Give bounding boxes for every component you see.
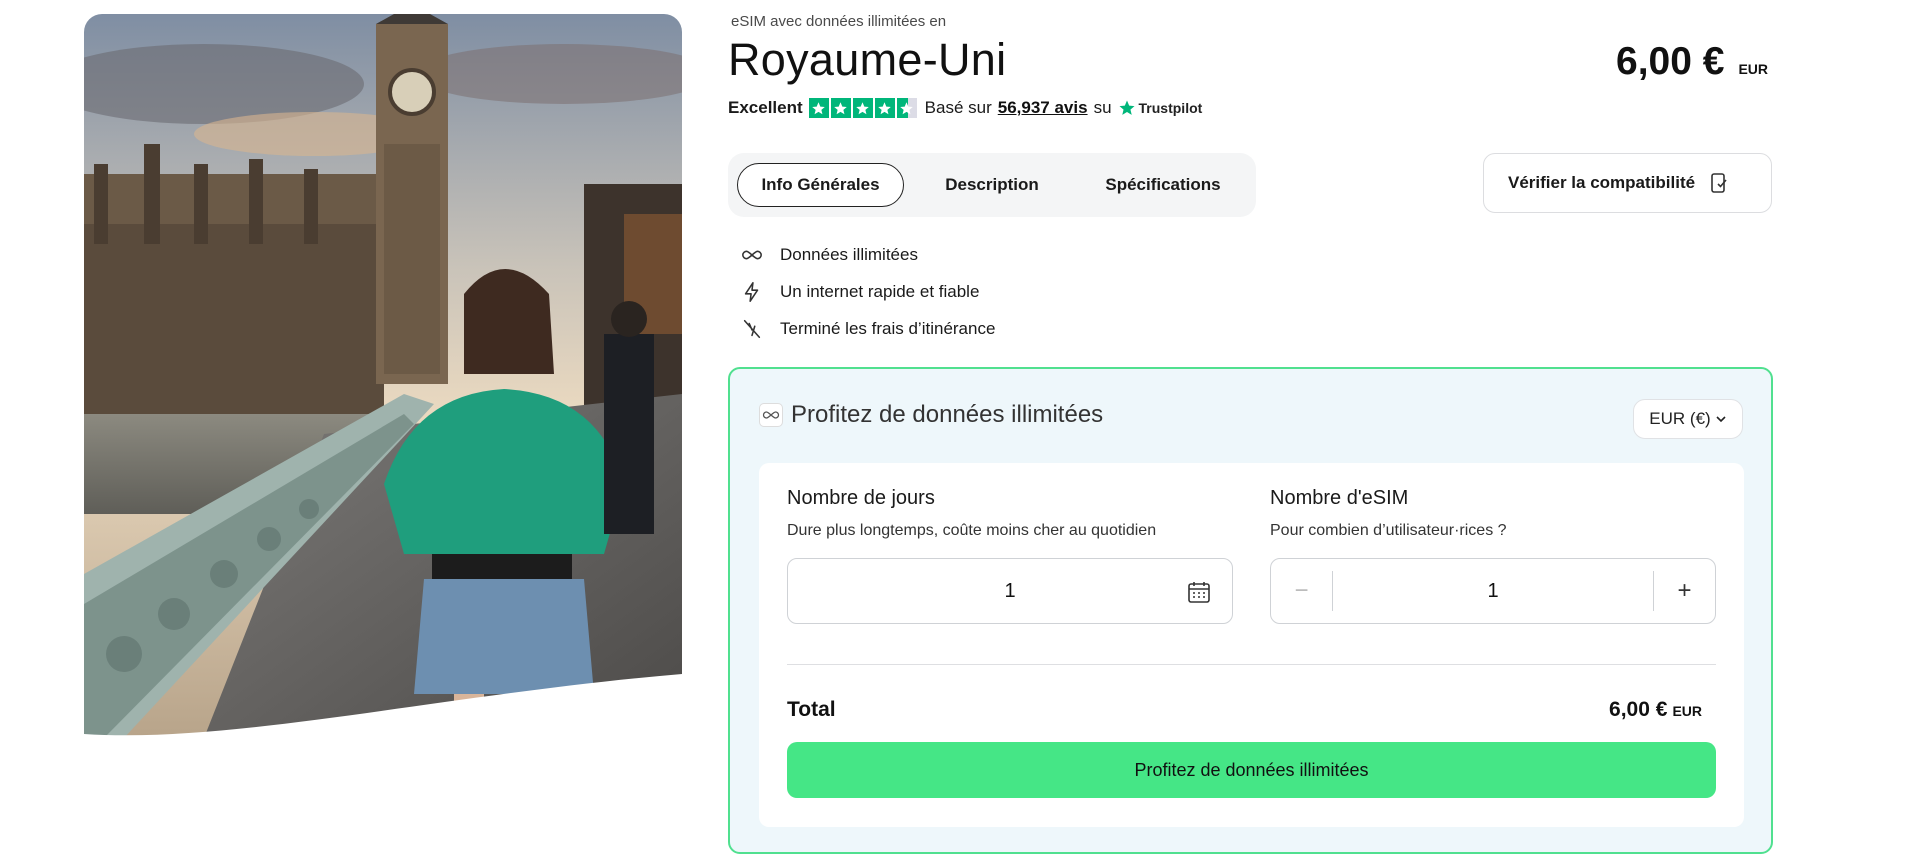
days-subtitle: Dure plus longtemps, coûte moins cher au…: [787, 522, 1157, 539]
product-details: eSIM avec données illimitées en Royaume-…: [728, 0, 1773, 866]
check-compatibility-label: Vérifier la compatibilité: [1508, 173, 1696, 192]
star-icon: [874, 98, 895, 118]
esim-count-value[interactable]: 1: [1271, 580, 1715, 603]
divider: [787, 664, 1716, 665]
currency-select-value: EUR (€): [1649, 409, 1711, 428]
rating-stars: [808, 98, 917, 118]
price-currency: EUR: [1738, 61, 1768, 77]
feature-label: Données illimitées: [780, 244, 918, 264]
total-currency: EUR: [1672, 703, 1702, 719]
esim-count-subtitle: Pour combien d’utilisateur·rices ?: [1270, 522, 1507, 539]
feature-item: Terminé les frais d’itinérance: [740, 310, 995, 347]
star-icon: [830, 98, 851, 118]
esim-quantity-stepper: − 1 +: [1270, 558, 1716, 624]
info-tabs: Info Générales Description Spécification…: [728, 153, 1256, 217]
days-value: 1: [1004, 579, 1016, 602]
reviews-link[interactable]: 56,937 avis: [998, 98, 1088, 118]
product-price: 6,00 € EUR: [1616, 40, 1768, 84]
trustpilot-rating: Excellent Basé sur 56,937 avis su Trustp…: [728, 98, 1202, 118]
tab-info-generales[interactable]: Info Générales: [737, 163, 904, 207]
feature-item: Données illimitées: [740, 236, 995, 273]
phone-check-icon: [1711, 173, 1727, 193]
tab-specifications[interactable]: Spécifications: [1080, 163, 1246, 207]
star-icon: [808, 98, 829, 118]
total-label: Total: [787, 698, 836, 721]
star-icon: [852, 98, 873, 118]
booking-panel: Profitez de données illimitées EUR (€) N…: [728, 367, 1773, 854]
lightning-icon: [740, 280, 764, 304]
no-roaming-icon: [740, 317, 764, 341]
trustpilot-label: Trustpilot: [1138, 100, 1203, 116]
rating-on: su: [1093, 98, 1112, 117]
page-title: Royaume-Uni: [728, 34, 1007, 85]
total-value: 6,00 €: [1609, 698, 1668, 721]
calendar-icon[interactable]: [1186, 579, 1212, 605]
trustpilot-logo[interactable]: Trustpilot: [1118, 99, 1203, 117]
panel-title: Profitez de données illimitées: [791, 401, 1104, 428]
trustpilot-star-icon: [1119, 100, 1135, 115]
currency-select[interactable]: EUR (€): [1633, 399, 1743, 439]
increment-button[interactable]: +: [1653, 571, 1715, 611]
booking-form: Nombre de jours Dure plus longtemps, coû…: [759, 463, 1744, 827]
product-eyebrow: eSIM avec données illimitées en: [731, 13, 947, 30]
price-value: 6,00 €: [1616, 40, 1725, 83]
infinity-icon: [759, 403, 783, 427]
chevron-down-icon: [1716, 416, 1726, 423]
tab-description[interactable]: Description: [904, 163, 1080, 207]
hero-photo: [84, 14, 682, 738]
rating-based-on: Basé sur: [924, 98, 992, 117]
esim-count-label: Nombre d'eSIM: [1270, 487, 1409, 509]
check-compatibility-button[interactable]: Vérifier la compatibilité: [1483, 153, 1772, 213]
feature-label: Un internet rapide et fiable: [780, 281, 980, 301]
feature-label: Terminé les frais d’itinérance: [780, 318, 996, 338]
feature-item: Un internet rapide et fiable: [740, 273, 995, 310]
panel-header: Profitez de données illimitées: [759, 401, 1103, 429]
days-label: Nombre de jours: [787, 487, 935, 509]
esim-count-section: Nombre d'eSIM Pour combien d’utilisateur…: [1270, 487, 1716, 624]
total-price: 6,00 € EUR: [1609, 698, 1702, 722]
rating-label: Excellent: [728, 98, 803, 117]
infinity-icon: [740, 243, 764, 267]
feature-list: Données illimitées Un internet rapide et…: [740, 236, 995, 347]
days-input[interactable]: 1: [787, 558, 1233, 624]
hero-image: [84, 14, 682, 738]
days-section: Nombre de jours Dure plus longtemps, coû…: [787, 487, 1233, 624]
half-star-icon: [896, 98, 917, 118]
buy-button[interactable]: Profitez de données illimitées: [787, 742, 1716, 798]
